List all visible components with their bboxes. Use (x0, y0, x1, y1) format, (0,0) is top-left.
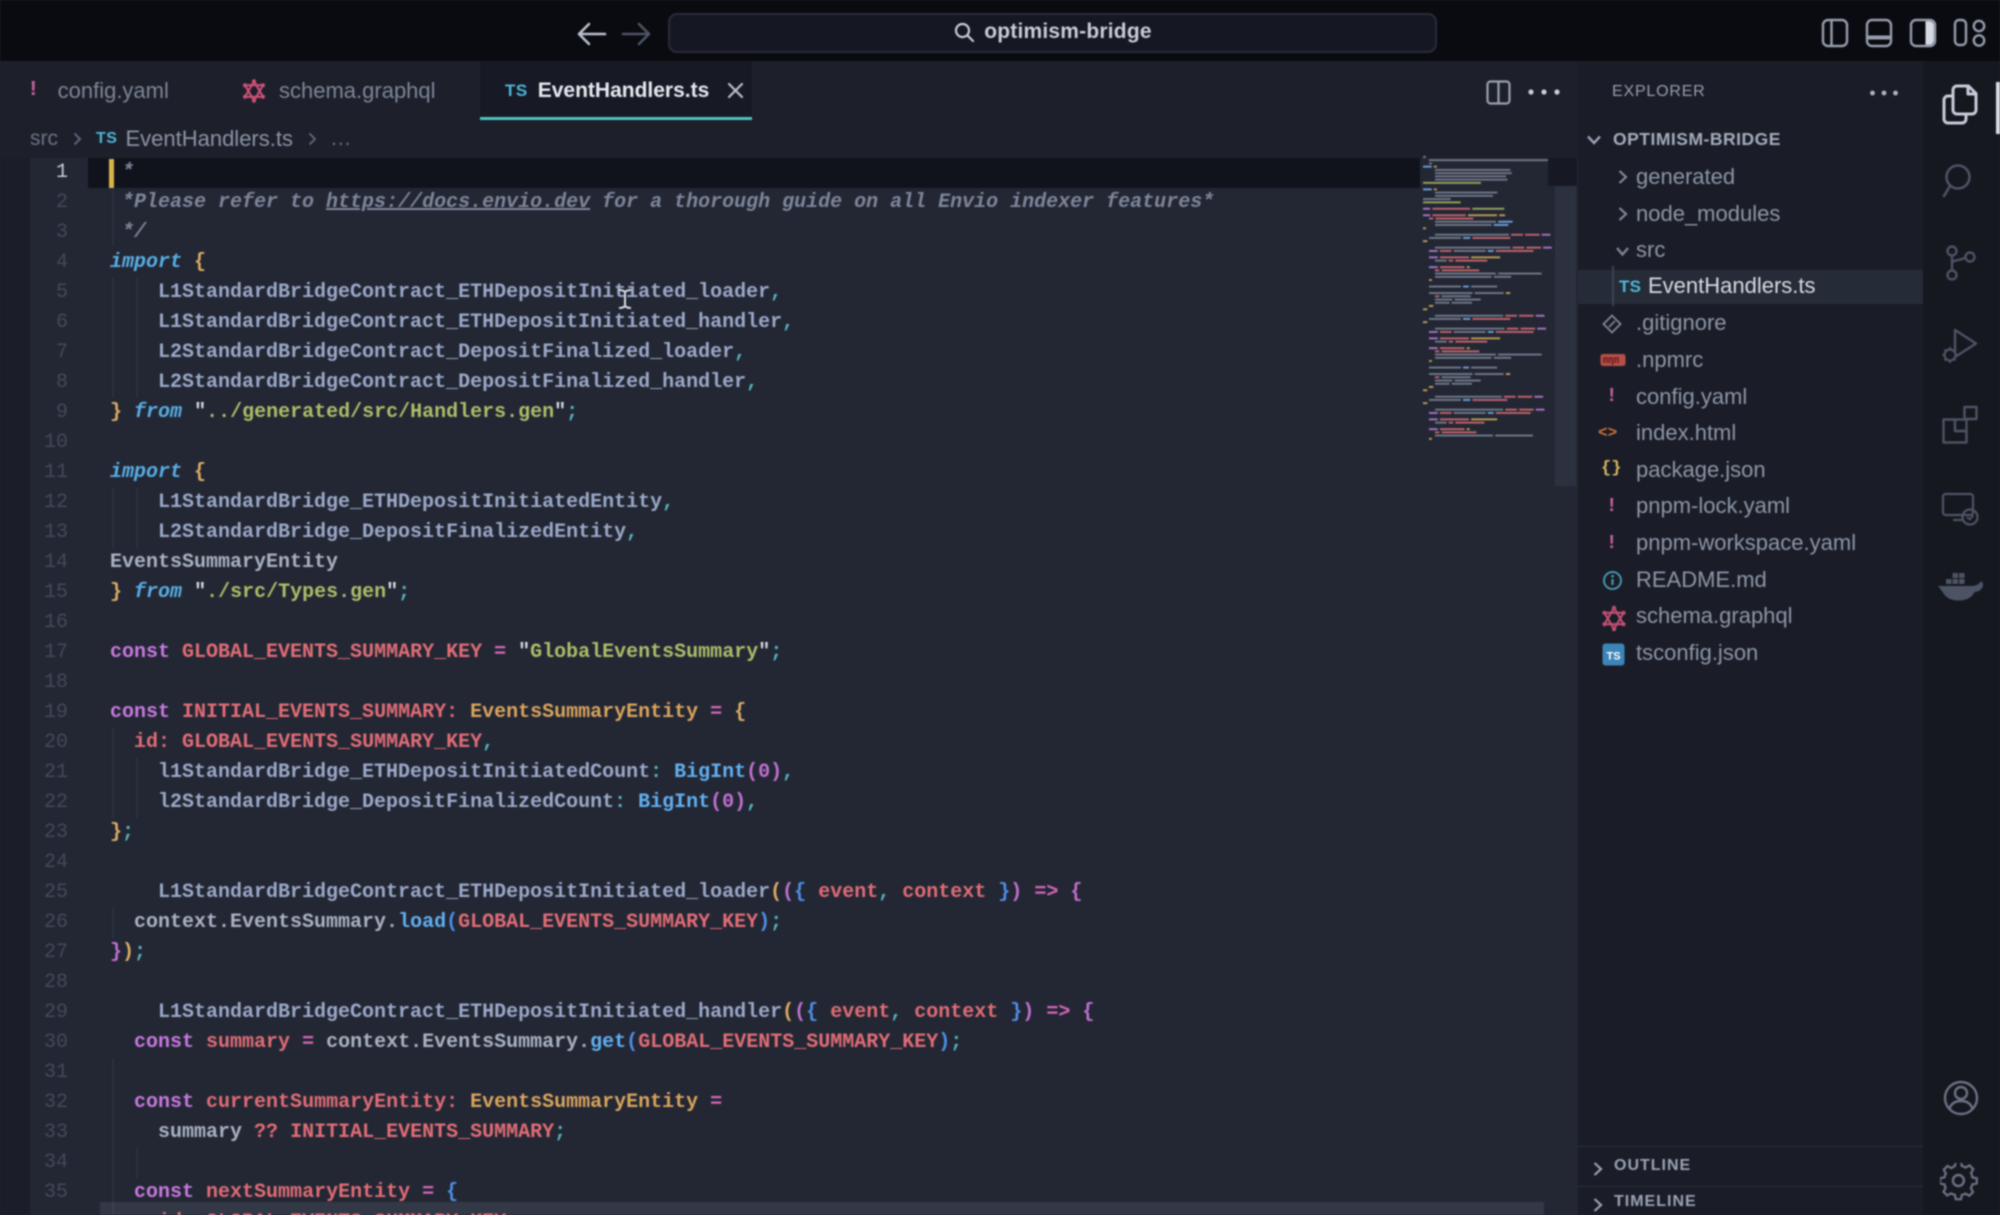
svg-text:TS: TS (1606, 651, 1620, 663)
